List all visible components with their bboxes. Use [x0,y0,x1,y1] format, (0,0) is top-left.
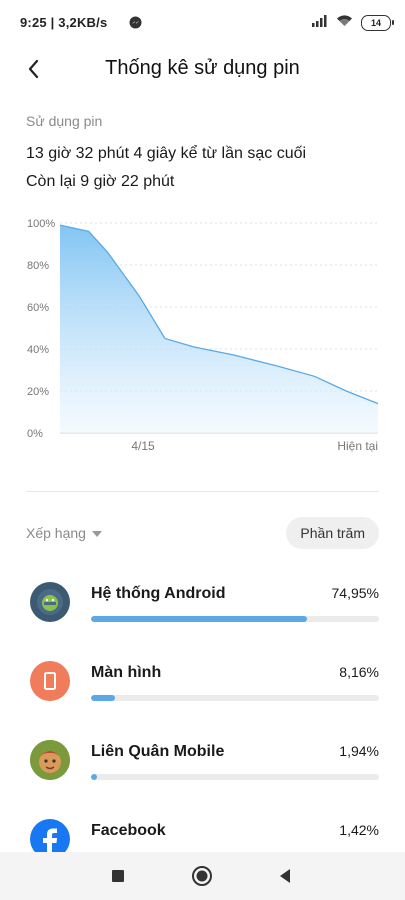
back-nav-button[interactable] [273,864,297,888]
app-row-screen[interactable]: Màn hình 8,16% [0,647,405,723]
sort-dropdown[interactable]: Xếp hạng [26,525,102,541]
screen-icon [30,661,70,701]
battery-chart-svg: 100% 80% 60% 40% 20% 0% 4/15 Hiện tại [27,218,379,453]
usage-bar [91,616,379,622]
y-tick-label: 0% [27,428,43,440]
usage-bar-fill [91,774,97,780]
caret-down-icon [91,531,102,537]
x-tick-label: Hiện tại [337,439,378,453]
status-bar: 9:25 | 3,2KB/s 14 [0,0,405,44]
usage-bar [91,695,379,701]
battery-chart: 100% 80% 60% 40% 20% 0% 4/15 Hiện tại [0,210,405,460]
home-button[interactable] [190,864,214,888]
system-nav-bar [0,852,405,900]
android-icon [30,582,70,622]
messenger-icon [129,16,142,34]
wifi-icon [336,14,353,32]
sort-label: Xếp hạng [26,525,86,541]
battery-area [60,225,378,433]
app-name: Liên Quân Mobile [91,743,225,760]
usage-bar-fill [91,695,115,701]
square-icon [112,870,124,882]
since-last-charge: 13 giờ 32 phút 4 giây kể từ lần sạc cuối [26,145,307,162]
y-tick-label: 60% [27,302,49,314]
signal-icon [312,14,328,32]
usage-bar [91,774,379,780]
divider [26,491,379,492]
y-tick-label: 100% [27,218,55,230]
app-percent: 74,95% [331,585,379,601]
app-percent: 1,94% [339,743,379,759]
app-percent: 8,16% [339,664,379,680]
app-name: Facebook [91,822,166,839]
page-title: Thống kê sử dụng pin [105,57,300,79]
circle-icon [192,866,212,886]
y-tick-label: 20% [27,386,49,398]
percent-mode-button[interactable]: Phần trăm [286,517,379,549]
status-time: 9:25 | 3,2KB/s [20,15,108,30]
usage-bar-fill [91,616,307,622]
triangle-back-icon [280,869,290,883]
app-name: Hệ thống Android [91,585,226,602]
x-tick-label: 4/15 [131,439,155,453]
battery-icon: 14 [361,15,394,31]
app-percent: 1,42% [339,822,379,838]
recents-button[interactable] [106,864,130,888]
y-tick-label: 80% [27,260,49,272]
game-icon [30,740,70,780]
section-label: Sử dụng pin [26,113,103,129]
y-tick-label: 40% [27,344,49,356]
header: Thống kê sử dụng pin [0,44,405,94]
remaining-time: Còn lại 9 giờ 22 phút [26,173,175,190]
app-row-lien-quan-mobile[interactable]: Liên Quân Mobile 1,94% [0,726,405,802]
app-row-android-system[interactable]: Hệ thống Android 74,95% [0,568,405,644]
app-name: Màn hình [91,664,162,681]
